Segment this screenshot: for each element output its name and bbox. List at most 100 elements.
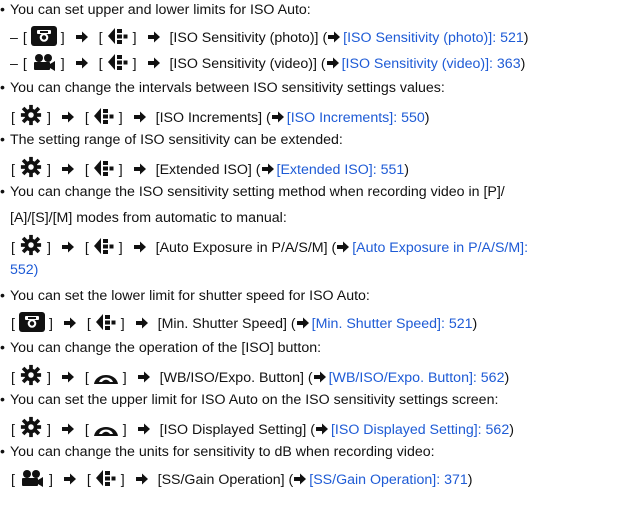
right-arrow-icon <box>63 316 77 330</box>
right-arrow-icon <box>63 472 77 486</box>
creative-menu-tab-icon <box>95 312 117 332</box>
menu-item-label: [Extended ISO] <box>155 162 252 178</box>
camera-icon <box>31 26 57 46</box>
menu-path: [] [] [ISO Increments] ([ISO Increments]… <box>10 104 429 126</box>
right-arrow-icon <box>293 472 307 486</box>
camera-icon <box>19 312 45 332</box>
creative-menu-tab-icon <box>107 26 129 46</box>
right-arrow-icon <box>147 56 161 70</box>
right-arrow-icon <box>75 30 89 44</box>
link-continuation: 552) <box>10 260 38 280</box>
reference-link-continuation[interactable]: 552) <box>10 262 38 278</box>
reference-link[interactable]: [ISO Displayed Setting]: 562 <box>331 422 509 438</box>
bullet-item: • You can change the units for sensitivi… <box>0 442 435 462</box>
bullet-item: • You can set the lower limit for shutte… <box>0 286 370 306</box>
bullet-mark: • <box>0 132 5 148</box>
bullet-item: • You can change the ISO sensitivity set… <box>0 182 505 202</box>
bullet-text: [A]/[S]/[M] modes from automatic to manu… <box>10 210 287 226</box>
menu-path: – [] [] [ISO Sensitivity (photo)] ([ISO … <box>10 26 529 46</box>
right-arrow-icon <box>133 162 147 176</box>
gear-icon <box>19 234 43 256</box>
gear-icon <box>19 156 43 178</box>
menu-item-label: [Auto Exposure in P/A/S/M] <box>155 240 328 256</box>
bullet-mark: • <box>0 392 5 408</box>
gear-icon <box>19 416 43 438</box>
bullet-text: You can change the operation of the [ISO… <box>10 340 322 356</box>
right-arrow-icon <box>61 162 75 176</box>
bullet-text: The setting range of ISO sensitivity can… <box>10 132 343 148</box>
right-arrow-icon <box>261 162 275 176</box>
right-arrow-icon <box>61 240 75 254</box>
right-arrow-icon <box>137 422 151 436</box>
reference-link[interactable]: [ISO Increments]: 550 <box>287 110 425 126</box>
video-camera-icon <box>31 52 57 72</box>
right-arrow-icon <box>313 370 327 384</box>
right-arrow-icon <box>336 240 350 254</box>
creative-menu-tab-icon <box>107 52 129 72</box>
bullet-text: You can set the upper limit for ISO Auto… <box>10 392 499 408</box>
menu-item-label: [ISO Displayed Setting] <box>159 422 307 438</box>
reference-link[interactable]: [WB/ISO/Expo. Button]: 562 <box>329 370 505 386</box>
bullet-mark: • <box>0 340 5 356</box>
operation-tab-icon <box>93 368 119 386</box>
dash-mark: – <box>10 56 18 72</box>
right-arrow-icon <box>61 422 75 436</box>
right-arrow-icon <box>75 56 89 70</box>
bullet-text-continuation: [A]/[S]/[M] modes from automatic to manu… <box>10 208 287 228</box>
operation-tab-icon <box>93 420 119 438</box>
video-camera-icon <box>19 468 45 488</box>
bullet-mark: • <box>0 444 5 460</box>
creative-menu-tab-icon <box>93 158 115 178</box>
menu-item-label: [Min. Shutter Speed] <box>157 316 287 332</box>
bullet-text: You can set the lower limit for shutter … <box>10 288 370 304</box>
menu-item-label: [ISO Sensitivity (photo)] <box>169 30 319 46</box>
bullet-text: You can change the ISO sensitivity setti… <box>10 184 505 200</box>
creative-menu-tab-icon <box>95 468 117 488</box>
bullet-mark: • <box>0 288 5 304</box>
right-arrow-icon <box>327 30 341 44</box>
bullet-item: • You can set upper and lower limits for… <box>0 0 311 20</box>
bullet-item: • The setting range of ISO sensitivity c… <box>0 130 343 150</box>
bullet-mark: • <box>0 2 5 18</box>
right-arrow-icon <box>296 316 310 330</box>
bullet-text: You can change the units for sensitivity… <box>10 444 435 460</box>
reference-link[interactable]: [Min. Shutter Speed]: 521 <box>312 316 473 332</box>
right-arrow-icon <box>133 240 147 254</box>
gear-icon <box>19 104 43 126</box>
reference-link[interactable]: [SS/Gain Operation]: 371 <box>309 472 468 488</box>
right-arrow-icon <box>326 56 340 70</box>
menu-item-label: [WB/ISO/Expo. Button] <box>159 370 304 386</box>
menu-item-label: [SS/Gain Operation] <box>157 472 285 488</box>
dash-mark: – <box>10 30 18 46</box>
bullet-text: You can change the intervals between ISO… <box>10 80 445 96</box>
bullet-item: • You can change the intervals between I… <box>0 78 445 98</box>
menu-path: [] [] [Extended ISO] ([Extended ISO]: 55… <box>10 156 409 178</box>
bullet-item: • You can change the operation of the [I… <box>0 338 321 358</box>
right-arrow-icon <box>315 422 329 436</box>
reference-link[interactable]: [Auto Exposure in P/A/S/M]: <box>352 240 528 256</box>
right-arrow-icon <box>135 316 149 330</box>
right-arrow-icon <box>271 110 285 124</box>
right-arrow-icon <box>133 110 147 124</box>
menu-path: [] [] [Min. Shutter Speed] ([Min. Shutte… <box>10 312 477 332</box>
reference-link[interactable]: [Extended ISO]: 551 <box>277 162 405 178</box>
creative-menu-tab-icon <box>93 236 115 256</box>
menu-item-label: [ISO Sensitivity (video)] <box>169 56 317 72</box>
reference-link[interactable]: [ISO Sensitivity (photo)]: 521 <box>343 30 524 46</box>
menu-path: – [] [] [ISO Sensitivity (video)] ([ISO … <box>10 52 525 72</box>
right-arrow-icon <box>147 30 161 44</box>
gear-icon <box>19 364 43 386</box>
menu-item-label: [ISO Increments] <box>155 110 263 126</box>
bullet-mark: • <box>0 184 5 200</box>
menu-path: [] [] [ISO Displayed Setting] ([ISO Disp… <box>10 416 514 438</box>
bullet-mark: • <box>0 80 5 96</box>
reference-link[interactable]: [ISO Sensitivity (video)]: 363 <box>342 56 521 72</box>
bullet-item: • You can set the upper limit for ISO Au… <box>0 390 498 410</box>
menu-path: [] [] [SS/Gain Operation] ([SS/Gain Oper… <box>10 468 473 488</box>
menu-path: [] [] [WB/ISO/Expo. Button] ([WB/ISO/Exp… <box>10 364 509 386</box>
menu-path: [] [] [Auto Exposure in P/A/S/M] ([Auto … <box>10 234 528 256</box>
right-arrow-icon <box>61 110 75 124</box>
bullet-text: You can set upper and lower limits for I… <box>10 2 311 18</box>
creative-menu-tab-icon <box>93 106 115 126</box>
right-arrow-icon <box>137 370 151 384</box>
